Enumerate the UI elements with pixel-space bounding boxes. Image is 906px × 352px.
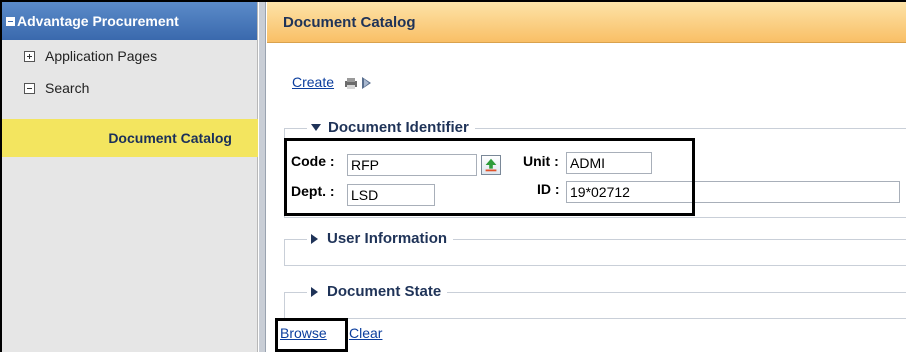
page-title: Document Catalog: [267, 2, 906, 43]
section-title: Document Identifier: [328, 119, 469, 136]
expand-plus-icon[interactable]: [24, 50, 35, 62]
print-copy-icons[interactable]: [344, 75, 378, 91]
sidebar-item-search[interactable]: Search: [2, 72, 257, 104]
pane-splitter[interactable]: [259, 2, 266, 352]
collapse-icon[interactable]: [6, 16, 15, 26]
clear-link[interactable]: Clear: [349, 325, 382, 341]
triangle-right-icon: [311, 233, 318, 244]
sidebar: Advantage Procurement Application Pages …: [2, 2, 258, 352]
sidebar-header[interactable]: Advantage Procurement: [2, 2, 257, 40]
document-state-section: Document State: [284, 283, 906, 319]
user-information-toggle[interactable]: User Information: [307, 230, 454, 247]
collapse-minus-icon[interactable]: [24, 82, 35, 94]
print-icon: [345, 78, 357, 89]
document-identifier-toggle[interactable]: Document Identifier: [307, 119, 475, 136]
sidebar-item-label: Document Catalog: [108, 130, 232, 146]
sidebar-item-label: Search: [45, 80, 90, 96]
browse-link[interactable]: Browse: [280, 325, 327, 341]
document-identifier-highlight: [284, 138, 695, 216]
sidebar-item-document-catalog[interactable]: Document Catalog: [2, 119, 258, 157]
create-link[interactable]: Create: [292, 74, 334, 90]
sidebar-title: Advantage Procurement: [17, 13, 179, 29]
arrow-icon: [362, 77, 371, 89]
sidebar-item-label: Application Pages: [45, 48, 158, 64]
triangle-right-icon: [311, 286, 318, 297]
section-title: Document State: [327, 283, 442, 300]
section-title: User Information: [327, 230, 448, 247]
user-information-section: User Information: [284, 230, 906, 266]
triangle-down-icon: [311, 124, 321, 131]
document-state-toggle[interactable]: Document State: [307, 283, 448, 300]
sidebar-item-application-pages[interactable]: Application Pages: [2, 40, 257, 72]
